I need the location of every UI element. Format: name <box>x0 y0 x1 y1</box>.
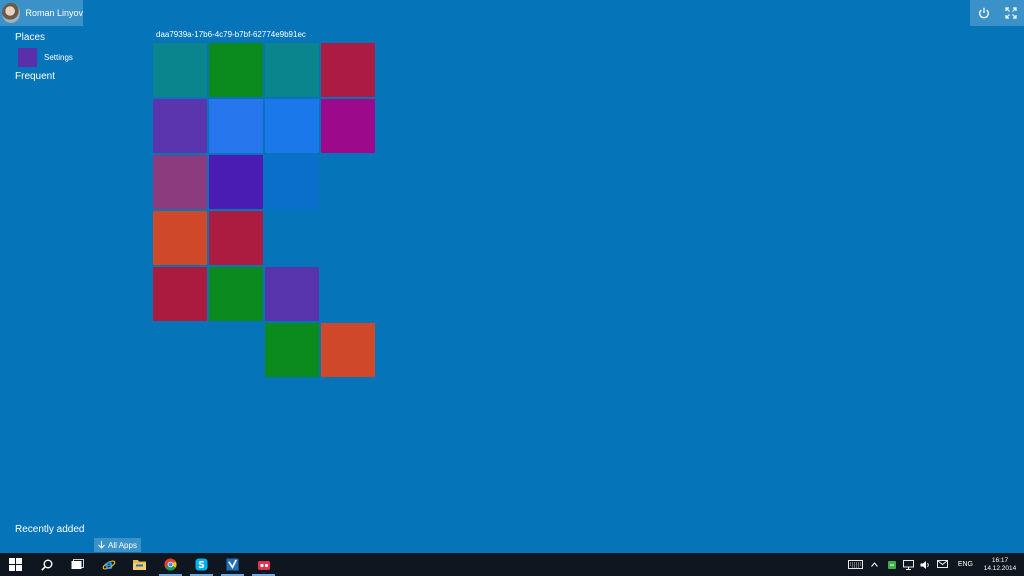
network-icon <box>903 559 915 570</box>
clock-date: 14.12.2014 <box>983 564 1017 572</box>
app-tile[interactable] <box>265 267 319 321</box>
app-tile[interactable] <box>265 43 319 97</box>
task-view-icon <box>71 559 84 569</box>
start-button[interactable] <box>0 553 31 576</box>
frequent-heading: Frequent <box>15 71 56 82</box>
visual-studio-icon <box>226 558 239 571</box>
app-tile[interactable] <box>265 99 319 153</box>
app-tile[interactable] <box>321 99 375 153</box>
recently-added-heading: Recently added <box>15 524 85 535</box>
fullscreen-icon <box>1004 7 1017 19</box>
task-view-button[interactable] <box>62 553 93 576</box>
app-tile[interactable] <box>209 211 263 265</box>
clock[interactable]: 16:17 14.12.2014 <box>982 557 1018 573</box>
svg-text:e: e <box>104 558 112 572</box>
taskbar: e S ENG 16:17 14.12.2014 <box>0 553 1024 576</box>
internet-explorer-icon: e <box>102 558 115 572</box>
app-tile[interactable] <box>265 155 319 209</box>
search-button[interactable] <box>31 553 62 576</box>
app-tile[interactable] <box>153 43 207 97</box>
fullscreen-button[interactable] <box>997 0 1024 26</box>
places-heading: Places <box>15 32 46 43</box>
chrome-icon <box>164 558 177 571</box>
svg-text:S: S <box>198 560 205 571</box>
app-tile[interactable] <box>209 43 263 97</box>
place-item-label: Settings <box>44 52 73 62</box>
app-tile[interactable] <box>153 267 207 321</box>
place-item-settings[interactable]: Settings <box>18 47 73 67</box>
app-tile[interactable] <box>209 267 263 321</box>
app-tile[interactable] <box>321 323 375 377</box>
app-tile[interactable] <box>265 323 319 377</box>
volume-icon <box>920 560 930 569</box>
user-name: Roman Linyov <box>25 8 83 18</box>
file-explorer-icon <box>133 560 146 570</box>
skype-icon: S <box>195 558 208 571</box>
network-tray-button[interactable] <box>903 558 915 572</box>
power-icon <box>978 7 989 19</box>
system-tray: ENG 16:17 14.12.2014 <box>848 553 1024 576</box>
volume-tray-button[interactable] <box>920 558 932 572</box>
arrow-down-icon <box>98 541 105 549</box>
touch-keyboard-button[interactable] <box>848 558 864 572</box>
user-account-button[interactable]: Roman Linyov <box>0 0 83 26</box>
app-tile[interactable] <box>153 99 207 153</box>
chrome-button[interactable] <box>155 553 186 576</box>
start-top-controls <box>970 0 1024 26</box>
file-explorer-button[interactable] <box>124 553 155 576</box>
sync-icon <box>887 560 896 569</box>
avatar <box>2 3 21 23</box>
app-tile[interactable] <box>209 99 263 153</box>
notifications-tray-button[interactable] <box>937 558 949 572</box>
settings-icon <box>18 47 37 67</box>
chevron-up-icon <box>871 562 879 567</box>
app-tile[interactable] <box>153 155 207 209</box>
start-icon <box>9 558 22 571</box>
search-icon <box>40 559 52 571</box>
sync-tray-button[interactable] <box>886 558 898 572</box>
internet-explorer-button[interactable]: e <box>93 553 124 576</box>
tile-grid <box>153 43 377 377</box>
app-button[interactable] <box>248 553 279 576</box>
app-icon <box>257 560 270 570</box>
keyboard-icon <box>848 560 864 569</box>
app-tile[interactable] <box>321 43 375 97</box>
message-icon <box>937 560 949 568</box>
app-tile[interactable] <box>209 155 263 209</box>
show-hidden-icons-button[interactable] <box>869 558 881 572</box>
app-tile[interactable] <box>153 211 207 265</box>
all-apps-label: All Apps <box>108 540 137 550</box>
all-apps-button[interactable]: All Apps <box>94 538 141 552</box>
start-left-pane: Roman Linyov Places Settings Frequent Re… <box>0 0 150 552</box>
power-button[interactable] <box>970 0 997 26</box>
clock-time: 16:17 <box>991 556 1009 564</box>
input-language[interactable]: ENG <box>954 561 977 568</box>
tile-group-title[interactable]: daa7939a-17b6-4c79-b7bf-62774e9b91ec <box>156 30 306 39</box>
visual-studio-button[interactable] <box>217 553 248 576</box>
skype-button[interactable]: S <box>186 553 217 576</box>
